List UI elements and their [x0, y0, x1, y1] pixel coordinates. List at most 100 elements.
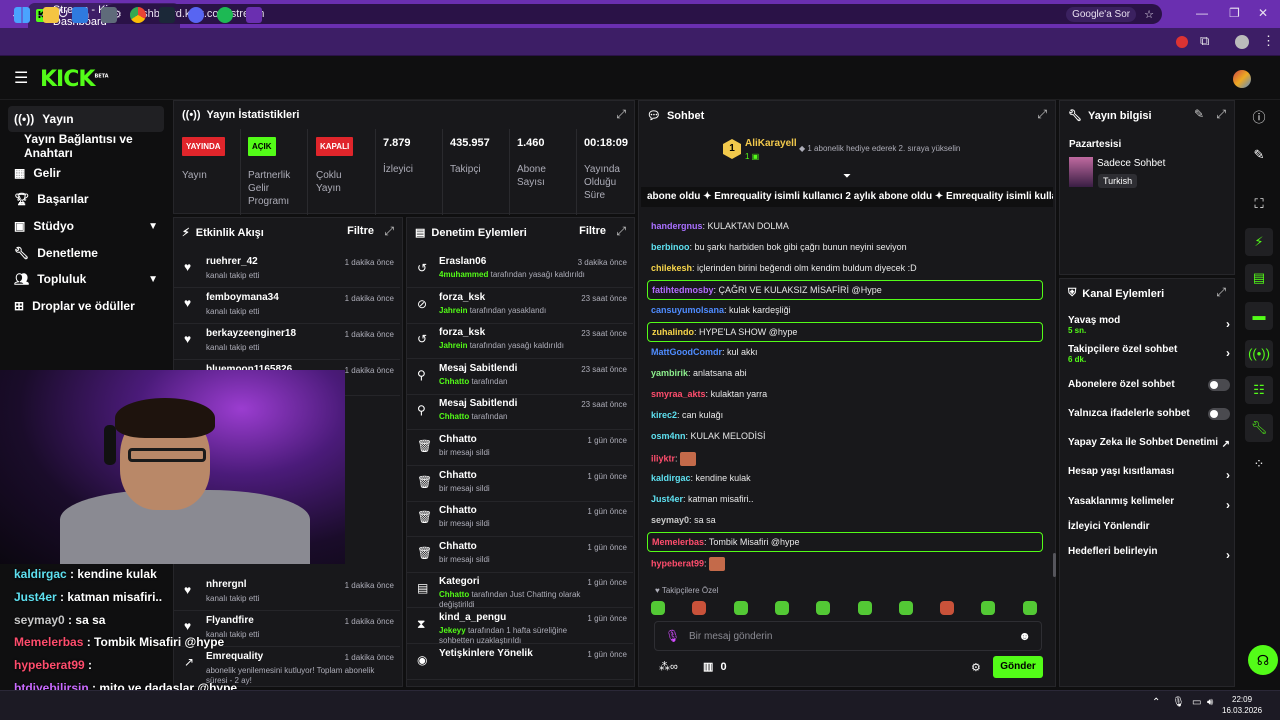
emote-button[interactable]	[857, 601, 872, 615]
chat-username[interactable]: iliyktr	[651, 453, 675, 463]
nav-item-stream[interactable]: ((•)) Yayın	[8, 106, 164, 132]
activity-row[interactable]: ♥ berkayzeenginer18 kanalı takip etti 1 dak…	[174, 324, 400, 360]
moderation-row[interactable]: ⚲ Mesaj Sabitlendi Chhatto tarafından 23 sa…	[407, 359, 633, 395]
chat-username[interactable]: kirec2	[651, 410, 677, 420]
chat-username[interactable]: zuhalindo	[652, 327, 694, 337]
maximize-icon[interactable]: ❐	[1229, 6, 1240, 20]
category-name[interactable]: Sadece Sohbet	[1097, 158, 1165, 169]
gear-icon[interactable]: ⚙	[971, 661, 981, 674]
kick-logo[interactable]: KICKBETA	[40, 67, 109, 92]
google-search-button[interactable]: Google'a Sor	[1066, 6, 1137, 22]
chat-message[interactable]: handergnus: KULAKTAN DOLMA	[651, 221, 789, 231]
microphone-icon[interactable]: 🎙︎	[665, 629, 680, 643]
file-explorer-icon[interactable]	[43, 7, 59, 23]
nav-item-moderation[interactable]: 🔧︎ Denetleme	[8, 240, 164, 266]
edit-icon[interactable]: ✎	[1245, 141, 1273, 169]
expand-icon[interactable]: ⤢	[616, 224, 626, 239]
moderation-row[interactable]: ↺ Eraslan06 4muhammed tarafından yasağı ka…	[407, 252, 633, 288]
expand-icon[interactable]: ⤢	[384, 224, 394, 239]
steam-icon[interactable]	[159, 7, 175, 23]
microphone-icon[interactable]: 🎙︎	[1172, 697, 1185, 708]
chat-message[interactable]: osm4nn: KULAK MELODİSİ	[651, 431, 766, 441]
chat-username[interactable]: Memelerbas	[652, 537, 704, 547]
chat-username[interactable]: MattGoodComdr	[651, 347, 722, 357]
nav-item-achievements[interactable]: 🏆︎ Başarılar	[8, 186, 164, 212]
chat-username[interactable]: berbinoo	[651, 242, 690, 252]
chrome-icon[interactable]	[130, 7, 146, 23]
edit-icon[interactable]: ✎	[1194, 107, 1204, 121]
chat-message[interactable]: smyraa_akts: kulaktan yarra	[651, 389, 767, 399]
moderation-row[interactable]: 🗑︎ Chhatto bir mesajı sildi 1 gün önce	[407, 466, 633, 502]
moderation-row[interactable]: 🗑︎ Chhatto bir mesajı sildi 1 gün önce	[407, 537, 633, 573]
extensions-puzzle-icon[interactable]: ⧉	[1200, 33, 1209, 49]
ai-moderation-setting[interactable]: Yapay Zeka ile Sohbet Denetimi ↗	[1068, 437, 1230, 450]
info-icon[interactable]: ⓘ	[1245, 104, 1273, 132]
chat-settings-icon[interactable]: ⁂∞	[659, 660, 678, 673]
chat-message[interactable]: seymay0: sa sa	[651, 515, 716, 525]
wrench-icon[interactable]: 🔧︎	[1245, 414, 1273, 442]
chat-message[interactable]: Just4er: katman misafiri..	[651, 494, 754, 504]
chat-username[interactable]: handergnus	[651, 221, 703, 231]
chat-message[interactable]: cansuyumolsana: kulak kardeşliği	[651, 305, 791, 315]
nav-item-stream-key[interactable]: Yayın Bağlantısı ve Anahtarı	[18, 132, 174, 160]
chat-message[interactable]: kirec2: can kulağı	[651, 410, 723, 420]
moderation-row[interactable]: 🗑︎ Chhatto bir mesajı sildi 1 gün önce	[407, 430, 633, 466]
chat-message[interactable]: fatihtedmosby: ÇAĞRI VE KULAKSIZ MİSAFİR…	[647, 280, 1043, 300]
close-window-icon[interactable]: ✕	[1258, 6, 1268, 20]
chat-message[interactable]: hypeberat99:	[651, 557, 726, 571]
hamburger-menu-icon[interactable]: ☰	[14, 68, 28, 88]
expand-icon[interactable]: ⤢	[616, 107, 626, 122]
network-icon[interactable]: ▭	[1192, 697, 1201, 708]
extension-icon[interactable]	[1176, 36, 1188, 48]
chat-message[interactable]: kaldirgac: kendine kulak	[651, 473, 751, 483]
chat-username[interactable]: Just4er	[651, 494, 683, 504]
chat-username[interactable]: chilekesh	[651, 263, 692, 273]
emote-button[interactable]	[940, 601, 955, 615]
chat-bubble-icon[interactable]: ▬	[1245, 302, 1273, 330]
taskbar-clock[interactable]: 22:09 16.03.2026	[1222, 694, 1262, 716]
discord-icon[interactable]	[188, 7, 204, 23]
more-apps-icon[interactable]: ⁘	[1245, 450, 1273, 478]
emote-button[interactable]	[1022, 601, 1037, 615]
expand-icon[interactable]: ⤢	[1037, 107, 1047, 122]
activity-row[interactable]: ♥ femboymana34 kanalı takip etti 1 dakika ö…	[174, 288, 400, 324]
emote-button[interactable]	[692, 601, 707, 615]
bookmark-star-icon[interactable]: ☆	[1144, 8, 1154, 21]
chat-username[interactable]: osm4nn	[651, 431, 686, 441]
nav-item-community[interactable]: 👥︎ Topluluk ▼	[8, 266, 164, 292]
app-icon[interactable]	[246, 7, 262, 23]
chat-message[interactable]: berbinoo: bu şarkı harbiden bok gibi çağ…	[651, 242, 907, 252]
outlook-icon[interactable]	[72, 7, 88, 23]
emote-button[interactable]	[981, 601, 996, 615]
moderation-row[interactable]: ▤ Kategori Chhatto tarafından Just Chattin…	[407, 572, 633, 609]
nav-item-studio[interactable]: ▣ Stüdyo ▼	[8, 213, 164, 239]
tray-chevron-icon[interactable]: ⌃	[1152, 697, 1160, 708]
moderation-row[interactable]: ◉ Yetişkinlere Yönelik 1 gün önce	[407, 644, 633, 680]
goals-setting[interactable]: Hedefleri belirleyin ›	[1068, 546, 1230, 562]
volume-icon[interactable]: 🔊︎	[1207, 697, 1213, 708]
broadcast-icon[interactable]: ((•))	[1245, 340, 1273, 368]
send-button[interactable]: Gönder	[993, 656, 1043, 678]
chat-username[interactable]: fatihtedmosby	[652, 285, 714, 295]
chat-message[interactable]: chilekesh: içlerinden birini beğendi olm…	[651, 263, 917, 273]
expand-icon[interactable]: ⤢	[1216, 107, 1226, 122]
windows-start-icon[interactable]	[14, 7, 30, 23]
nav-item-revenue[interactable]: ▦ Gelir	[8, 160, 164, 186]
spotify-icon[interactable]	[217, 7, 233, 23]
chat-message[interactable]: MattGoodComdr: kul akkı	[651, 347, 758, 357]
emote-button[interactable]	[898, 601, 913, 615]
moderation-row[interactable]: ⚲ Mesaj Sabitlendi Chhatto tarafından 23 sa…	[407, 394, 633, 431]
banned-words-setting[interactable]: Yasaklanmış kelimeler ›	[1068, 496, 1230, 512]
chat-username[interactable]: kaldirgac	[651, 473, 691, 483]
slow-mode-setting[interactable]: Yavaş mod 5 sn. ›	[1068, 315, 1230, 335]
chat-input[interactable]: 🎙︎ Bir mesaj gönderin ☻	[654, 621, 1042, 651]
support-headset-icon[interactable]: ☊	[1248, 645, 1278, 675]
expand-icon[interactable]: ⤢	[1216, 285, 1226, 300]
channel-points[interactable]: ▥ 0	[703, 660, 727, 673]
account-age-setting[interactable]: Hesap yaşı kısıtlaması ›	[1068, 466, 1230, 482]
chat-username[interactable]: seymay0	[651, 515, 689, 525]
user-avatar[interactable]	[1233, 70, 1251, 88]
moderation-row[interactable]: ⊘ forza_ksk Jahrein tarafından yasaklandı 2…	[407, 288, 633, 324]
chat-message[interactable]: zuhalindo: HYPE'LA SHOW @hype	[647, 322, 1043, 342]
capture-icon[interactable]: ⛶	[1245, 190, 1273, 218]
